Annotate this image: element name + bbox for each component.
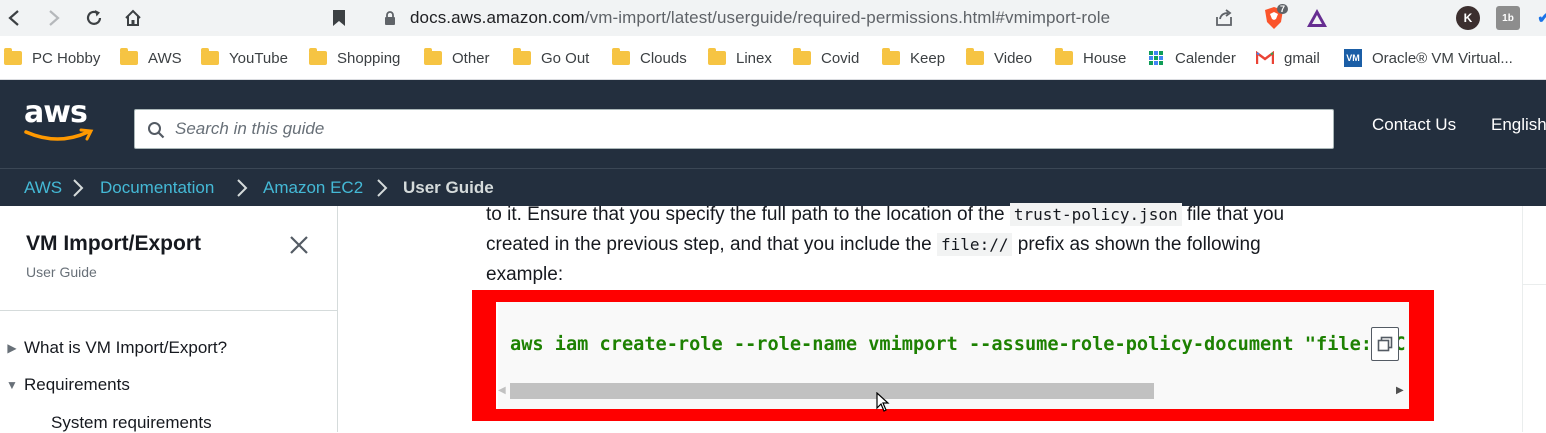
calendar-icon [1147, 49, 1165, 67]
folder-icon [424, 48, 442, 65]
sidebar-divider [0, 310, 337, 311]
paragraph-line: created in the previous step, and that y… [486, 233, 1261, 256]
sidebar-subtitle: User Guide [26, 264, 97, 280]
bookmark-pc-hobby[interactable]: PC Hobby [4, 48, 100, 68]
close-icon[interactable] [288, 234, 310, 256]
folder-icon [882, 48, 900, 65]
bookmark-video[interactable]: Video [966, 48, 1032, 68]
folder-icon [120, 48, 138, 65]
lock-icon [385, 11, 395, 25]
inline-code: file:// [937, 233, 1013, 256]
browser-toolbar: docs.aws.amazon.com/vm-import/latest/use… [0, 0, 1546, 36]
copy-button[interactable] [1371, 327, 1399, 361]
bookmark-gmail[interactable]: gmail [1256, 48, 1320, 68]
gmail-icon [1256, 49, 1274, 67]
forward-icon[interactable] [42, 6, 66, 30]
caret-down-icon: ▼ [6, 378, 18, 392]
bookmark-shopping[interactable]: Shopping [309, 48, 400, 68]
chevron-right-icon [237, 179, 248, 197]
aws-smile-icon [24, 128, 94, 141]
reload-icon[interactable] [82, 6, 106, 30]
bookmark-icon[interactable] [332, 9, 346, 27]
bookmark-oracle-vm[interactable]: VM Oracle® VM Virtual... [1344, 48, 1513, 68]
sidebar-item-what-is-vm-import[interactable]: ▶ What is VM Import/Export? [0, 338, 227, 358]
virtualbox-icon: VM [1344, 49, 1362, 67]
code-command[interactable]: aws iam create-role --role-name vmimport… [510, 334, 1409, 355]
chevron-right-icon [377, 179, 388, 197]
contact-us-link[interactable]: Contact Us [1372, 115, 1456, 135]
bookmark-aws[interactable]: AWS [120, 48, 182, 68]
extension-badge: 7 [1277, 4, 1289, 14]
scroll-left-icon[interactable]: ◀ [498, 385, 506, 396]
sidebar: VM Import/Export User Guide ▶ What is VM … [0, 206, 338, 432]
bookmark-youtube[interactable]: YouTube [201, 48, 288, 68]
paragraph-line: to it. Ensure that you specify the full … [486, 203, 1285, 226]
caret-right-icon: ▶ [7, 341, 17, 355]
check-icon[interactable]: ✔ [1532, 6, 1546, 30]
scrollbar-thumb[interactable] [510, 383, 1154, 399]
folder-icon [793, 48, 811, 65]
folder-icon [201, 48, 219, 65]
folder-icon [4, 48, 22, 65]
search-icon [148, 122, 165, 139]
aws-logo[interactable]: aws [24, 98, 94, 141]
breadcrumb-user-guide: User Guide [403, 178, 494, 197]
bookmark-calender[interactable]: Calender [1147, 48, 1236, 68]
breadcrumb-aws[interactable]: AWS [24, 178, 62, 198]
bookmark-other[interactable]: Other [424, 48, 490, 68]
sidebar-item-system-requirements[interactable]: System requirements [51, 413, 212, 433]
breadcrumb-documentation[interactable]: Documentation [100, 178, 214, 198]
folder-icon [612, 48, 630, 65]
home-icon[interactable] [121, 6, 145, 30]
brave-shield-icon[interactable]: 7 [1262, 4, 1289, 30]
mouse-cursor-icon [876, 392, 890, 412]
sidebar-title[interactable]: VM Import/Export [26, 232, 201, 256]
copy-icon [1377, 336, 1393, 352]
paragraph-line: example: [486, 264, 564, 285]
horizontal-scrollbar[interactable]: ◀ ▶ [498, 381, 1409, 401]
chevron-right-icon [73, 179, 84, 197]
bookmark-keep[interactable]: Keep [882, 48, 945, 68]
right-rail [1522, 206, 1546, 432]
search-input[interactable] [175, 110, 1315, 148]
bookmark-house[interactable]: House [1055, 48, 1126, 68]
inline-code: trust-policy.json [1009, 203, 1182, 226]
url-text[interactable]: docs.aws.amazon.com/vm-import/latest/use… [410, 8, 1110, 28]
folder-icon [966, 48, 984, 65]
back-icon[interactable] [2, 6, 26, 30]
extension-icon[interactable]: 1b [1496, 6, 1520, 30]
aws-header: aws Contact Us English [0, 80, 1546, 168]
profile-avatar[interactable]: K [1456, 6, 1480, 30]
folder-icon [708, 48, 726, 65]
code-block[interactable]: aws iam create-role --role-name vmimport… [496, 302, 1409, 409]
share-icon[interactable] [1214, 8, 1234, 28]
breadcrumb-amazon-ec2[interactable]: Amazon EC2 [263, 178, 363, 198]
guide-search[interactable] [134, 109, 1334, 149]
sidebar-item-requirements[interactable]: ▼ Requirements [0, 375, 130, 395]
language-selector[interactable]: English [1491, 115, 1546, 135]
folder-icon [513, 48, 531, 65]
folder-icon [1055, 48, 1073, 65]
folder-icon [309, 48, 327, 65]
bookmark-go-out[interactable]: Go Out [513, 48, 589, 68]
brave-rewards-icon[interactable] [1305, 6, 1329, 30]
bookmarks-bar: PC Hobby AWS YouTube Shopping Other Go O… [0, 36, 1546, 80]
bookmark-linex[interactable]: Linex [708, 48, 772, 68]
bookmark-clouds[interactable]: Clouds [612, 48, 687, 68]
scroll-right-icon[interactable]: ▶ [1396, 385, 1406, 396]
bookmark-covid[interactable]: Covid [793, 48, 859, 68]
